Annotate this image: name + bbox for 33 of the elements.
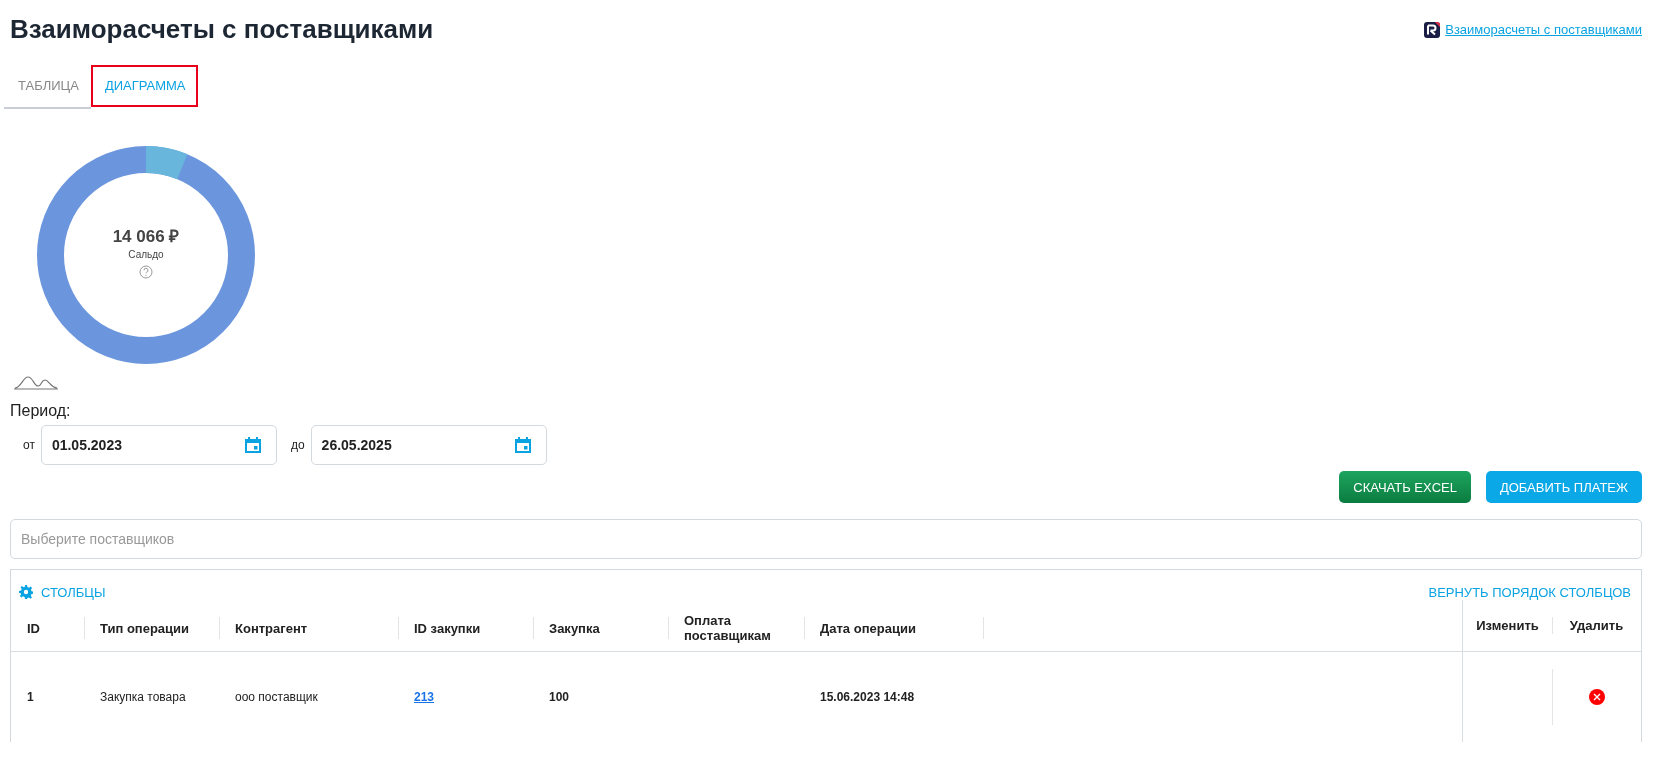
- table-cell: 1: [27, 690, 34, 704]
- supplier-field[interactable]: Выберите поставщиков: [10, 519, 1642, 559]
- balance-label: Сальдо: [128, 248, 164, 260]
- column-header[interactable]: Оплата поставщикам: [684, 613, 804, 643]
- balance-amount: 14 066 ₽: [112, 225, 180, 247]
- calendar-icon[interactable]: [513, 436, 532, 454]
- calendar-icon[interactable]: [243, 436, 262, 454]
- column-header[interactable]: Дата операции: [820, 620, 916, 636]
- table-cell: ооо поставщик: [235, 690, 318, 704]
- from-label: от: [23, 438, 35, 452]
- purchase-link[interactable]: 213: [414, 690, 435, 704]
- column-header[interactable]: ID: [27, 620, 40, 636]
- excel-button[interactable]: СКАЧАТЬ EXCEL: [1339, 471, 1471, 503]
- column-header[interactable]: ID закупки: [414, 620, 481, 636]
- table-cell: Закупка товара: [100, 690, 186, 704]
- delete-icon[interactable]: [1588, 689, 1605, 705]
- logo-icon: [1424, 21, 1441, 38]
- wave-icon[interactable]: [13, 376, 59, 390]
- table-cell: 15.06.2023 14:48: [820, 690, 915, 704]
- date-field[interactable]: 01.05.2023: [40, 425, 277, 465]
- page-title: Взаиморасчеты с поставщиками: [10, 14, 434, 45]
- column-header: Изменить: [1476, 618, 1539, 633]
- to-label: до: [290, 438, 305, 452]
- column-header: Удалить: [1569, 618, 1624, 633]
- date-field[interactable]: 26.05.2025: [310, 425, 547, 465]
- tab[interactable]: ТАБЛИЦА: [4, 65, 91, 107]
- column-header[interactable]: Тип операции: [100, 620, 190, 636]
- settings-icon: [19, 585, 33, 599]
- table-cell: 100: [549, 690, 570, 704]
- column-header[interactable]: Контрагент: [235, 620, 308, 636]
- column-header[interactable]: Закупка: [549, 620, 600, 636]
- period-label: Период:: [10, 402, 72, 420]
- help-icon[interactable]: [139, 264, 153, 279]
